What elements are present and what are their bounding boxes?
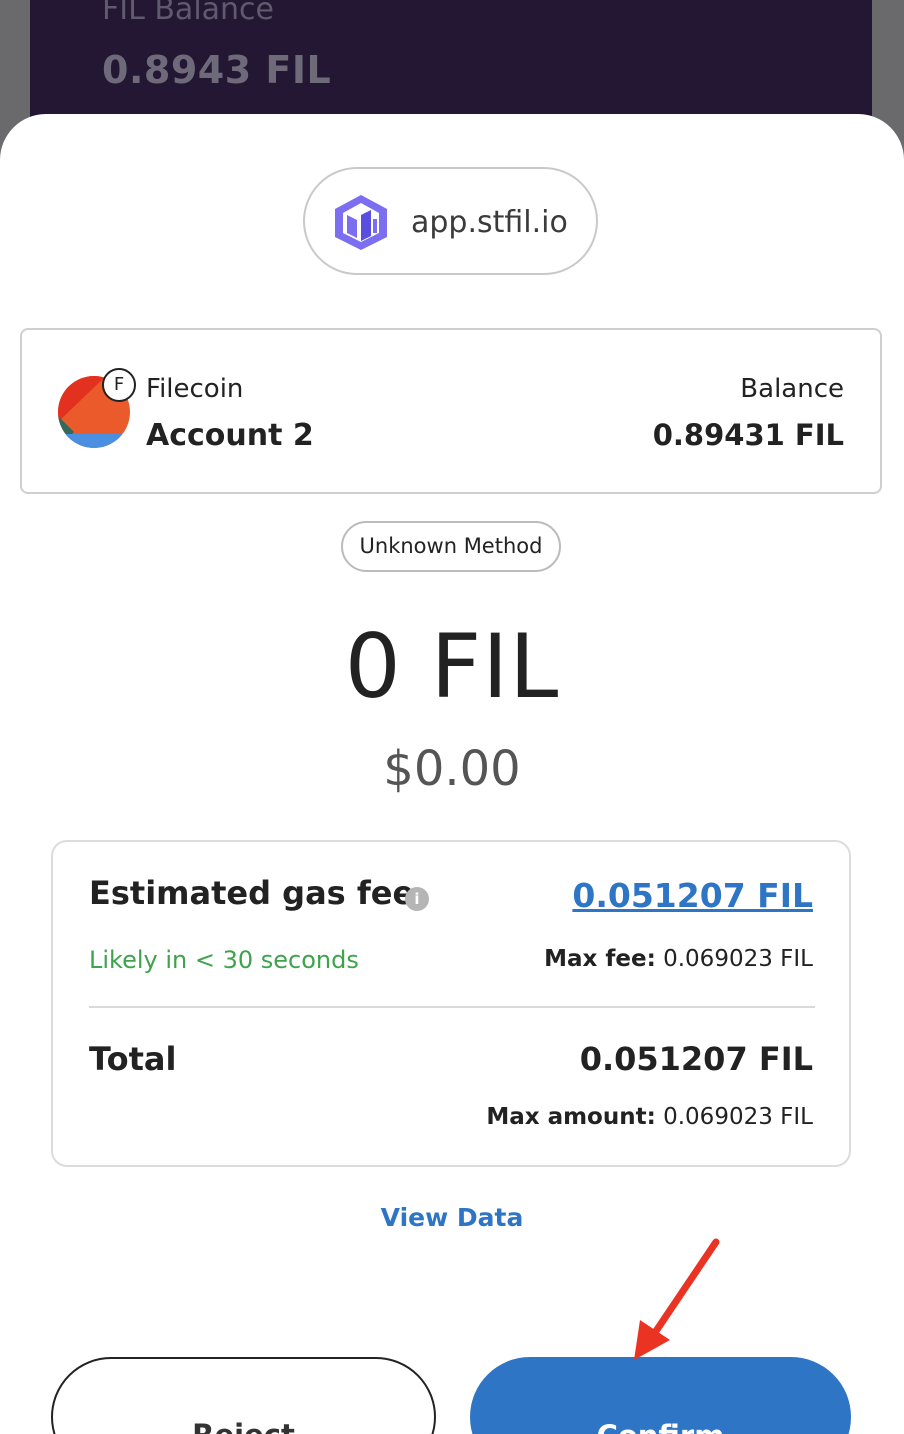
max-fee-label: Max fee: — [544, 946, 656, 972]
likely-time-text: Likely in < 30 seconds — [89, 946, 359, 974]
network-badge: F — [102, 368, 136, 402]
amount-value: 0 FIL — [344, 615, 560, 718]
gas-fee-title: Estimated gas fee — [89, 874, 415, 912]
fee-summary-card: Estimated gas fee i 0.051207 FIL Likely … — [51, 840, 851, 1167]
annotation-arrow-icon — [634, 1238, 720, 1360]
amount-fiat: $0.00 — [383, 741, 521, 797]
confirm-button[interactable]: Confirm — [470, 1357, 851, 1434]
background-balance-value: 0.8943 FIL — [102, 48, 332, 92]
balance-value: 0.89431 FIL — [652, 418, 844, 452]
max-amount-row: Max amount: 0.069023 FIL — [486, 1104, 813, 1130]
origin-pill: app.stfil.io — [303, 167, 598, 275]
total-value: 0.051207 FIL — [579, 1040, 813, 1078]
network-name: Filecoin — [146, 374, 244, 404]
stfil-logo-icon — [335, 195, 387, 250]
divider — [89, 1006, 815, 1008]
max-amount-label: Max amount: — [486, 1104, 656, 1130]
background-balance-label: FIL Balance — [102, 0, 275, 27]
account-card: F Filecoin Account 2 Balance 0.89431 FIL — [20, 328, 882, 494]
origin-site-text: app.stfil.io — [411, 205, 568, 240]
account-name: Account 2 — [146, 418, 314, 453]
info-icon[interactable]: i — [405, 887, 429, 911]
max-fee-row: Max fee: 0.069023 FIL — [544, 946, 813, 972]
reject-button[interactable]: Reject — [51, 1357, 436, 1434]
max-fee-value: 0.069023 FIL — [663, 946, 813, 972]
balance-label: Balance — [740, 374, 844, 404]
gas-fee-value[interactable]: 0.051207 FIL — [572, 876, 813, 915]
view-data-link[interactable]: View Data — [0, 1203, 904, 1232]
method-badge: Unknown Method — [341, 521, 561, 572]
total-label: Total — [89, 1040, 177, 1078]
max-amount-value: 0.069023 FIL — [663, 1104, 813, 1130]
